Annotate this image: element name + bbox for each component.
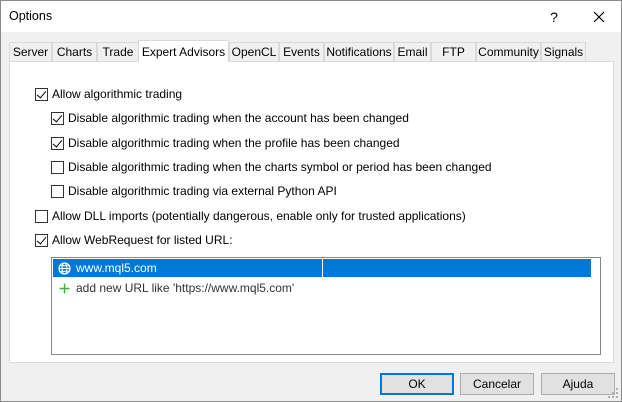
checkbox-box[interactable]	[35, 87, 48, 101]
url-list-item[interactable]: www.mql5.com	[53, 259, 591, 277]
cancel-button[interactable]: Cancelar	[460, 373, 534, 395]
checkbox-box[interactable]	[51, 111, 64, 125]
tab-signals[interactable]: Signals	[541, 42, 586, 61]
url-list[interactable]: www.mql5.com add new URL like 'https://w…	[51, 257, 601, 355]
url-text: www.mql5.com	[76, 261, 157, 275]
title-bar: Options ?	[1, 1, 621, 32]
resize-grip-icon[interactable]	[607, 387, 619, 399]
globe-icon	[56, 260, 72, 276]
close-button[interactable]	[581, 1, 617, 32]
allow-algo-trading-checkbox[interactable]: Allow algorithmic trading	[35, 86, 182, 102]
allow-webrequest-checkbox[interactable]: Allow WebRequest for listed URL:	[35, 232, 233, 248]
tab-ftp[interactable]: FTP	[431, 42, 476, 61]
disable-profile-change-checkbox[interactable]: Disable algorithmic trading when the pro…	[51, 135, 400, 151]
column-divider	[322, 259, 323, 277]
tab-charts[interactable]: Charts	[52, 42, 97, 61]
close-icon	[593, 11, 605, 22]
add-url-row[interactable]: add new URL like 'https://www.mql5.com'	[53, 279, 591, 297]
checkbox-label: Allow DLL imports (potentially dangerous…	[52, 209, 466, 223]
checkbox-box[interactable]	[35, 209, 48, 223]
disable-python-api-checkbox[interactable]: Disable algorithmic trading via external…	[51, 183, 337, 199]
help-title-button[interactable]: ?	[537, 1, 571, 32]
options-dialog: Options ? Server Charts Trade Expert Adv…	[0, 0, 622, 402]
checkbox-box[interactable]	[51, 184, 64, 198]
tab-opencl[interactable]: OpenCL	[229, 42, 279, 61]
tab-community[interactable]: Community	[476, 42, 541, 61]
disable-symbol-change-checkbox[interactable]: Disable algorithmic trading when the cha…	[51, 159, 492, 175]
disable-account-change-checkbox[interactable]: Disable algorithmic trading when the acc…	[51, 110, 409, 126]
window-title: Options	[9, 9, 53, 23]
checkbox-label: Disable algorithmic trading when the pro…	[68, 136, 400, 150]
tab-trade[interactable]: Trade	[97, 42, 139, 61]
help-button[interactable]: Ajuda	[541, 373, 615, 395]
checkbox-box[interactable]	[51, 160, 64, 174]
plus-icon	[56, 280, 72, 296]
tab-email[interactable]: Email	[394, 42, 431, 61]
tab-notifications[interactable]: Notifications	[324, 42, 394, 61]
allow-dll-imports-checkbox[interactable]: Allow DLL imports (potentially dangerous…	[35, 208, 466, 224]
help-icon: ?	[550, 8, 558, 25]
checkbox-box[interactable]	[35, 233, 48, 247]
add-url-placeholder: add new URL like 'https://www.mql5.com'	[76, 281, 295, 295]
checkbox-label: Disable algorithmic trading when the acc…	[68, 111, 409, 125]
checkbox-label: Disable algorithmic trading when the cha…	[68, 160, 492, 174]
ok-button[interactable]: OK	[380, 373, 454, 395]
tab-expert-advisors[interactable]: Expert Advisors	[138, 40, 229, 62]
checkbox-label: Disable algorithmic trading via external…	[68, 184, 337, 198]
tab-strip: Server Charts Trade Expert Advisors Open…	[9, 40, 615, 62]
checkbox-label: Allow algorithmic trading	[52, 87, 183, 101]
tab-events[interactable]: Events	[279, 42, 324, 61]
tab-server[interactable]: Server	[9, 42, 52, 61]
expert-advisors-panel: Allow algorithmic trading Disable algori…	[9, 61, 614, 363]
checkbox-label: Allow WebRequest for listed URL:	[52, 233, 233, 247]
checkbox-box[interactable]	[51, 136, 64, 150]
